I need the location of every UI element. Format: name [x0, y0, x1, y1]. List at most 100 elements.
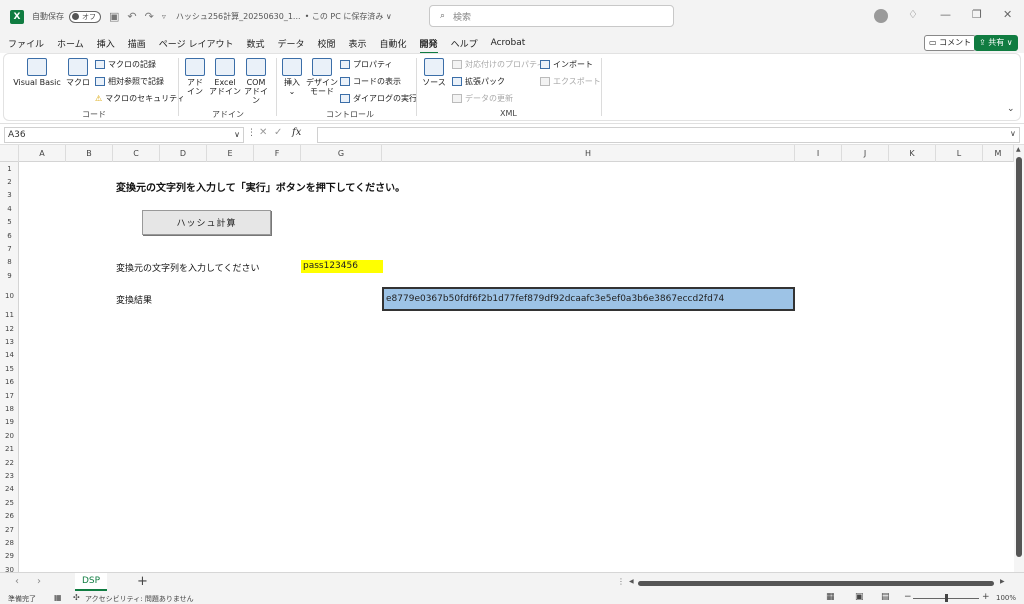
row-header[interactable]: 12	[0, 322, 18, 335]
tab-automate[interactable]: 自動化	[380, 37, 407, 50]
name-box[interactable]: A36 ∨	[4, 127, 244, 143]
row-header[interactable]: 7	[0, 242, 18, 255]
properties-button[interactable]: プロパティ	[340, 59, 393, 70]
column-header[interactable]: B	[66, 145, 113, 162]
row-header[interactable]: 13	[0, 335, 18, 348]
addin-button[interactable]: アド イン	[184, 58, 206, 96]
export-button[interactable]: エクスポート	[540, 76, 601, 87]
search-box[interactable]: ⌕ 検索	[429, 5, 674, 27]
design-mode-button[interactable]: デザイン モード	[306, 58, 338, 96]
row-header[interactable]: 27	[0, 523, 18, 536]
row-header[interactable]: 15	[0, 362, 18, 375]
collapse-ribbon-icon[interactable]: ⌄	[1007, 104, 1015, 114]
row-header[interactable]: 17	[0, 389, 18, 402]
row-header[interactable]: 6	[0, 229, 18, 242]
row-header[interactable]: 9	[0, 269, 18, 282]
save-location[interactable]: • この PC に保存済み ∨	[305, 11, 392, 22]
row-header[interactable]: 18	[0, 402, 18, 415]
column-header[interactable]: F	[254, 145, 301, 162]
tab-view[interactable]: 表示	[349, 37, 367, 50]
comment-button[interactable]: ▭ コメント	[924, 35, 977, 51]
accessibility-status[interactable]: アクセシビリティ: 問題ありません	[85, 594, 194, 604]
tab-page-layout[interactable]: ページ レイアウト	[159, 37, 234, 50]
view-code-button[interactable]: コードの表示	[340, 76, 401, 87]
run-dialog-button[interactable]: ダイアログの実行	[340, 93, 417, 104]
column-header[interactable]: K	[889, 145, 936, 162]
row-header[interactable]: 3	[0, 189, 18, 202]
import-button[interactable]: インポート	[540, 59, 593, 70]
result-value-cell[interactable]: e8779e0367b50fdf6f2b1d77fef879df92dcaafc…	[382, 287, 795, 311]
expansion-pack-button[interactable]: 拡張パック	[452, 76, 505, 87]
next-sheet-icon[interactable]: ›	[37, 576, 41, 587]
column-header[interactable]: J	[842, 145, 889, 162]
tab-developer[interactable]: 開発	[419, 37, 438, 54]
relative-ref-button[interactable]: 相対参照で記録	[95, 76, 164, 87]
account-avatar-icon[interactable]	[874, 9, 888, 23]
tab-home[interactable]: ホーム	[57, 37, 84, 50]
row-header[interactable]: 21	[0, 443, 18, 456]
horizontal-scrollbar[interactable]	[638, 581, 994, 586]
formula-input[interactable]	[317, 127, 1020, 143]
hash-calc-button[interactable]: ハッシュ計算	[142, 210, 271, 235]
row-header[interactable]: 23	[0, 469, 18, 482]
column-header[interactable]: H	[382, 145, 795, 162]
xml-source-button[interactable]: ソース	[421, 58, 447, 87]
page-break-view-icon[interactable]: ▤	[881, 592, 890, 602]
undo-icon[interactable]: ↶	[127, 10, 136, 23]
record-macro-button[interactable]: マクロの記録	[95, 59, 156, 70]
tab-review[interactable]: 校閲	[318, 37, 336, 50]
insert-control-button[interactable]: 挿入 ⌄	[281, 58, 303, 96]
tab-help[interactable]: ヘルプ	[451, 37, 478, 50]
column-header[interactable]: A	[19, 145, 66, 162]
row-header[interactable]: 26	[0, 510, 18, 523]
row-header[interactable]: 8	[0, 256, 18, 269]
row-header[interactable]: 2	[0, 175, 18, 188]
row-header[interactable]: 14	[0, 349, 18, 362]
customize-qat-icon[interactable]: ▿	[162, 12, 166, 21]
add-sheet-icon[interactable]: +	[137, 574, 148, 589]
row-header[interactable]: 25	[0, 496, 18, 509]
more-options-icon[interactable]: ⋮	[617, 577, 625, 586]
com-addin-button[interactable]: COM アドイン	[241, 58, 271, 105]
row-header[interactable]: 20	[0, 429, 18, 442]
column-header[interactable]: M	[983, 145, 1014, 162]
autosave-toggle[interactable]: オフ	[69, 10, 101, 23]
zoom-out-icon[interactable]: −	[904, 592, 912, 602]
restore-icon[interactable]: ❐	[972, 8, 982, 21]
cancel-icon[interactable]: ✕	[259, 127, 267, 138]
lightbulb-icon[interactable]: ♢	[908, 8, 918, 21]
expand-formula-icon[interactable]: ∨	[1010, 129, 1016, 138]
row-header[interactable]: 4	[0, 202, 18, 215]
worksheet-grid[interactable]: 変換元の文字列を入力して「実行」ボタンを押下してください。 ハッシュ計算 変換元…	[19, 162, 1014, 572]
tab-acrobat[interactable]: Acrobat	[491, 38, 526, 48]
tab-insert[interactable]: 挿入	[97, 37, 115, 50]
row-header[interactable]: 1	[0, 162, 18, 175]
share-button[interactable]: ⇪ 共有 ∨	[974, 35, 1018, 51]
close-icon[interactable]: ✕	[1003, 8, 1012, 21]
tab-draw[interactable]: 描画	[128, 37, 146, 50]
sheet-tab-dsp[interactable]: DSP	[75, 573, 107, 591]
tab-file[interactable]: ファイル	[8, 37, 44, 50]
macro-security-button[interactable]: ⚠ マクロのセキュリティ	[95, 93, 185, 104]
chevron-down-icon[interactable]: ∨	[234, 130, 240, 139]
normal-view-icon[interactable]: ▦	[826, 592, 835, 602]
tab-formulas[interactable]: 数式	[246, 37, 264, 50]
select-all-corner[interactable]	[0, 145, 19, 162]
vertical-scrollbar[interactable]: ▲	[1014, 145, 1024, 572]
tab-data[interactable]: データ	[277, 37, 304, 50]
accessibility-icon[interactable]: ✣	[73, 593, 80, 602]
prev-sheet-icon[interactable]: ‹	[15, 576, 19, 587]
row-header[interactable]: 29	[0, 550, 18, 563]
row-header[interactable]: 5	[0, 216, 18, 229]
row-header[interactable]: 24	[0, 483, 18, 496]
visual-basic-button[interactable]: Visual Basic	[12, 58, 62, 87]
scroll-right-icon[interactable]: ▶	[1000, 578, 1005, 585]
row-header[interactable]: 10	[0, 283, 18, 309]
row-header[interactable]: 16	[0, 376, 18, 389]
redo-icon[interactable]: ↷	[145, 10, 154, 23]
input-value-cell[interactable]: pass123456	[301, 260, 383, 273]
column-header[interactable]: D	[160, 145, 207, 162]
enter-icon[interactable]: ✓	[274, 127, 282, 138]
row-header[interactable]: 28	[0, 536, 18, 549]
zoom-slider-thumb[interactable]	[945, 594, 948, 602]
